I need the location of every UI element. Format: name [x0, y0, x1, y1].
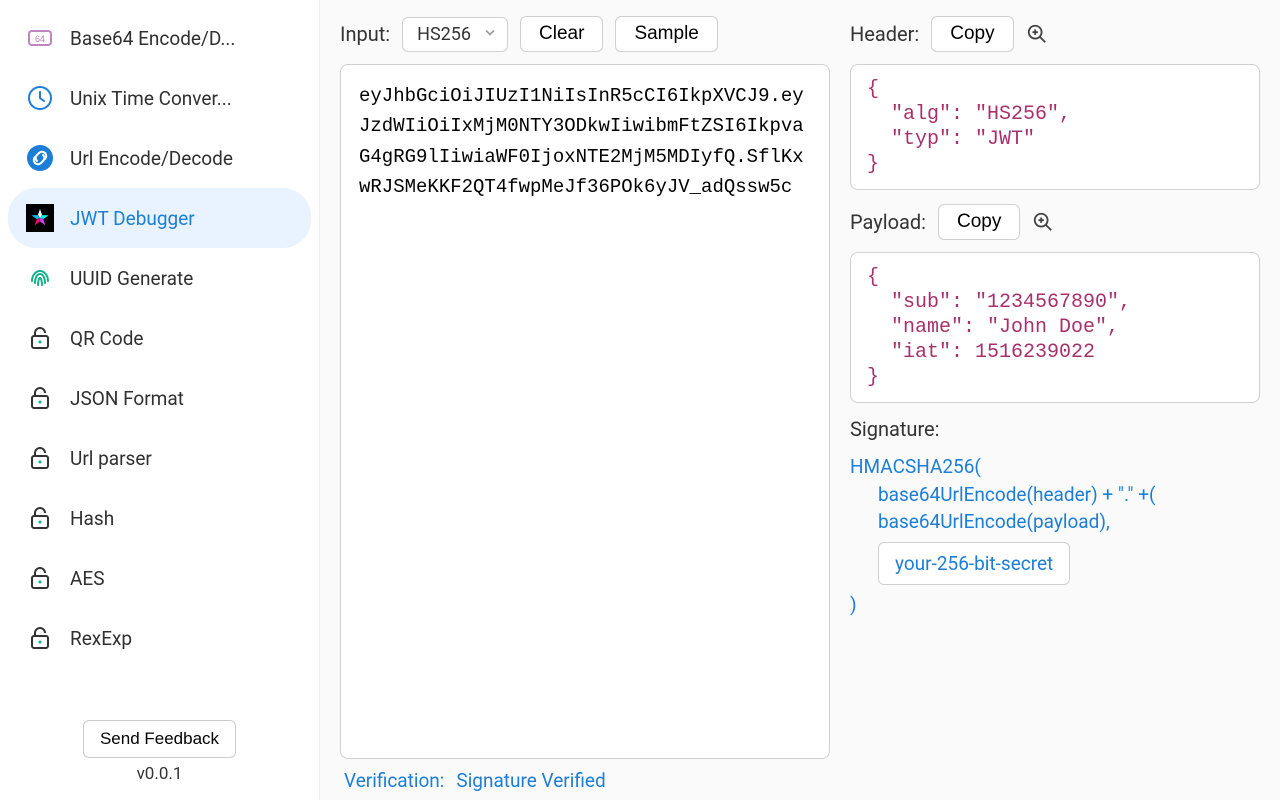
input-label: Input: [340, 22, 390, 46]
lock-icon [26, 624, 54, 652]
decoded-panel: Header: Copy { "alg": "HS256", "typ": "J… [850, 16, 1260, 792]
header-label: Header: [850, 22, 919, 46]
signature-line3: base64UrlEncode(payload), [850, 508, 1260, 536]
sidebar-item-label: Hash [70, 507, 114, 530]
signature-line1: HMACSHA256( [850, 453, 1260, 481]
link-icon [26, 144, 54, 172]
version-label: v0.0.1 [8, 764, 311, 784]
header-copy-button[interactable]: Copy [931, 16, 1013, 52]
sidebar-item-label: JSON Format [70, 387, 184, 410]
base64-icon: 64 [26, 24, 54, 52]
clock-icon [26, 84, 54, 112]
signature-secret-input[interactable]: your-256-bit-secret [878, 542, 1070, 586]
signature-label: Signature: [850, 417, 940, 441]
sidebar-footer: Send Feedback v0.0.1 [8, 720, 311, 792]
sidebar-item-label: Base64 Encode/D... [70, 27, 235, 50]
sidebar-item-label: AES [70, 567, 104, 590]
sidebar-item-label: QR Code [70, 327, 144, 350]
header-json[interactable]: { "alg": "HS256", "typ": "JWT" } [850, 64, 1260, 190]
clear-button[interactable]: Clear [520, 16, 603, 52]
nav-list: 64 Base64 Encode/D... Unix Time Conver..… [8, 8, 311, 720]
signature-block: HMACSHA256( base64UrlEncode(header) + ".… [850, 453, 1260, 619]
sidebar-item-uuid[interactable]: UUID Generate [8, 248, 311, 308]
zoom-in-icon[interactable] [1026, 23, 1048, 45]
input-toolbar: Input: HS256 Clear Sample [340, 16, 830, 52]
sidebar-item-hash[interactable]: Hash [8, 488, 311, 548]
sidebar-item-label: JWT Debugger [70, 207, 195, 230]
sidebar-item-label: UUID Generate [70, 267, 193, 290]
signature-line2: base64UrlEncode(header) + "." +( [850, 481, 1260, 509]
sidebar-item-label: Url Encode/Decode [70, 147, 233, 170]
algorithm-value: HS256 [417, 24, 471, 45]
lock-icon [26, 444, 54, 472]
lock-icon [26, 384, 54, 412]
sidebar: 64 Base64 Encode/D... Unix Time Conver..… [0, 0, 320, 800]
lock-icon [26, 504, 54, 532]
sidebar-item-urlencode[interactable]: Url Encode/Decode [8, 128, 311, 188]
sidebar-item-qrcode[interactable]: QR Code [8, 308, 311, 368]
sidebar-item-jwt[interactable]: JWT Debugger [8, 188, 311, 248]
signature-line4: ) [850, 591, 1260, 619]
verification-label: Verification: [344, 769, 444, 792]
lock-icon [26, 564, 54, 592]
chevron-down-icon [483, 24, 497, 45]
sidebar-item-aes[interactable]: AES [8, 548, 311, 608]
sidebar-item-unixtime[interactable]: Unix Time Conver... [8, 68, 311, 128]
sidebar-item-label: Unix Time Conver... [70, 87, 232, 110]
verification-row: Verification: Signature Verified [340, 759, 830, 792]
lock-icon [26, 324, 54, 352]
svg-text:64: 64 [35, 34, 45, 44]
send-feedback-button[interactable]: Send Feedback [83, 720, 236, 758]
input-panel: Input: HS256 Clear Sample Verification: … [340, 16, 830, 792]
sidebar-item-label: RexExp [70, 627, 132, 650]
algorithm-select[interactable]: HS256 [402, 17, 508, 52]
jwt-input[interactable] [340, 64, 830, 759]
sidebar-item-label: Url parser [70, 447, 152, 470]
sidebar-item-json[interactable]: JSON Format [8, 368, 311, 428]
payload-toolbar: Payload: Copy [850, 204, 1260, 240]
sample-button[interactable]: Sample [615, 16, 717, 52]
signature-toolbar: Signature: [850, 417, 1260, 441]
zoom-in-icon[interactable] [1032, 211, 1054, 233]
jwt-icon [26, 204, 54, 232]
payload-copy-button[interactable]: Copy [938, 204, 1020, 240]
payload-json[interactable]: { "sub": "1234567890", "name": "John Doe… [850, 252, 1260, 403]
main-panel: Input: HS256 Clear Sample Verification: … [320, 0, 1280, 800]
sidebar-item-regexp[interactable]: RexExp [8, 608, 311, 668]
header-toolbar: Header: Copy [850, 16, 1260, 52]
sidebar-item-base64[interactable]: 64 Base64 Encode/D... [8, 8, 311, 68]
payload-label: Payload: [850, 210, 926, 234]
verification-status: Signature Verified [456, 769, 605, 792]
sidebar-item-urlparser[interactable]: Url parser [8, 428, 311, 488]
fingerprint-icon [26, 264, 54, 292]
